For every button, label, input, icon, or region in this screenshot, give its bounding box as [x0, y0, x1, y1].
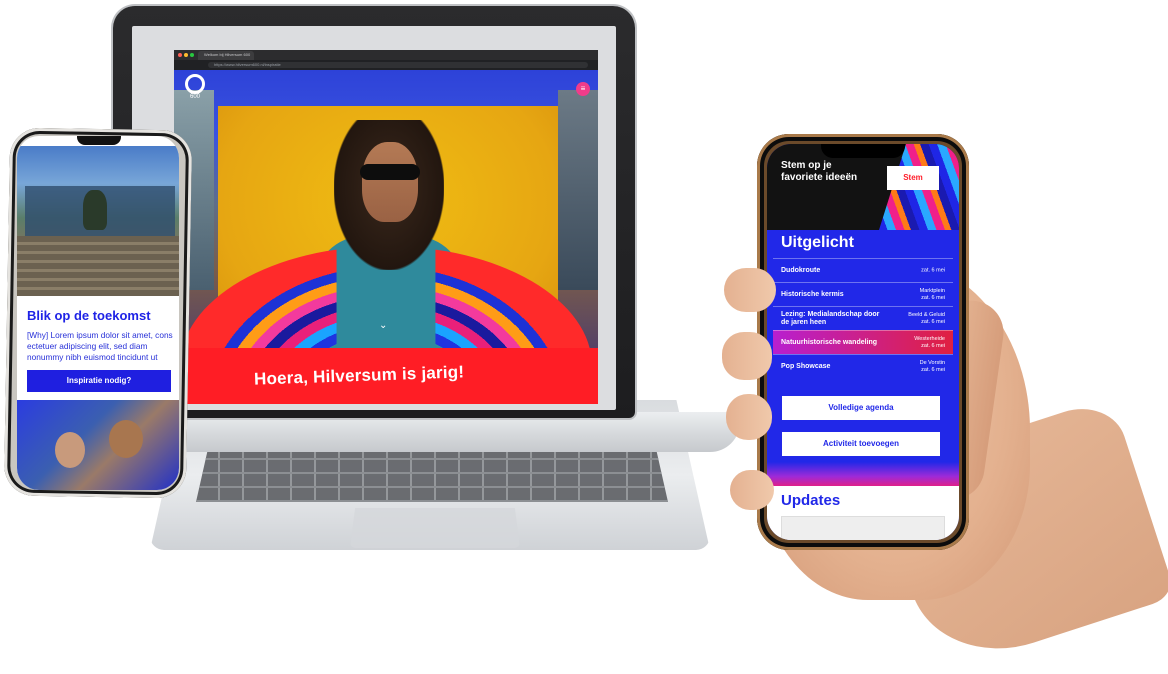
- section-heading: Blik op de toekomst: [27, 308, 151, 323]
- event-date: zat. 6 mei: [921, 318, 945, 325]
- event-meta: zat. 6 mei: [885, 267, 945, 274]
- menu-button[interactable]: ≡: [576, 82, 590, 96]
- event-location: Westerheide: [914, 335, 945, 342]
- vote-button[interactable]: Stem: [887, 166, 939, 190]
- photo-skater: [83, 190, 107, 230]
- featured-list: Dudokroute zat. 6 mei Historische kermis…: [773, 258, 953, 378]
- event-date: zat. 6 mei: [921, 267, 945, 273]
- hand-finger: [722, 332, 772, 380]
- update-card[interactable]: [781, 516, 945, 540]
- phone-right-notch: [821, 144, 905, 158]
- event-meta: De Vorstin zat. 6 mei: [885, 360, 945, 374]
- window-close-icon[interactable]: [178, 53, 182, 57]
- hero-person-sunglasses: [360, 164, 420, 180]
- browser-tab-title: Welkom bij Hilversum 600: [204, 52, 251, 57]
- phone-left-notch: [77, 136, 121, 145]
- event-date: zat. 6 mei: [921, 342, 945, 349]
- crowd-face: [109, 420, 143, 458]
- event-title: Dudokroute: [781, 266, 821, 274]
- inspiration-button[interactable]: Inspiratie nodig?: [27, 370, 171, 392]
- event-meta: Marktplein zat. 6 mei: [885, 288, 945, 302]
- event-title: Historische kermis: [781, 290, 844, 298]
- hero-person-face: [362, 142, 418, 222]
- list-item[interactable]: Historische kermis Marktplein zat. 6 mei: [773, 282, 953, 306]
- address-bar-url: https://www.hilversum600.nl/inspiratie: [214, 62, 281, 67]
- laptop-trackpad: [350, 508, 520, 548]
- logo-ring-icon: [185, 74, 205, 94]
- crowd-photo: [17, 400, 179, 490]
- list-item[interactable]: Pop Showcase De Vorstin zat. 6 mei: [773, 354, 953, 378]
- section-body: [Why] Lorem ipsum dolor sit amet, cons e…: [27, 330, 173, 362]
- list-item[interactable]: Lezing: Medialandschap door de jaren hee…: [773, 306, 953, 330]
- full-agenda-button[interactable]: Volledige agenda: [782, 396, 940, 420]
- event-location: Marktplein: [919, 287, 945, 294]
- hand-finger: [724, 268, 776, 312]
- laptop-base-hinge: [100, 412, 740, 452]
- hero-building-right: [558, 90, 598, 290]
- event-date: zat. 6 mei: [921, 366, 945, 373]
- vote-banner-text: Stem op je favoriete ideeën: [781, 160, 858, 183]
- event-location: De Vorstin: [919, 359, 945, 366]
- logo-text: 600: [189, 94, 200, 100]
- hand-finger: [730, 470, 774, 510]
- add-activity-button[interactable]: Activiteit toevoegen: [782, 432, 940, 456]
- featured-title: Uitgelicht: [781, 234, 854, 251]
- site-logo[interactable]: 600: [182, 74, 208, 106]
- phone-right-screen: Stem op je favoriete ideeën Stem Uitgeli…: [767, 144, 959, 540]
- event-title: Pop Showcase: [781, 362, 831, 370]
- updates-title: Updates: [781, 492, 841, 509]
- event-title: Lezing: Medialandschap door de jaren hee…: [781, 310, 880, 326]
- phone-left-screen: Blik op de toekomst [Why] Lorem ipsum do…: [17, 136, 179, 490]
- list-item[interactable]: Dudokroute zat. 6 mei: [773, 258, 953, 282]
- browser-window: Hoera, Hilversum is jarig! ⌄ 600 ≡ Welko…: [174, 50, 598, 404]
- photo-stairs: [17, 236, 179, 296]
- event-title: Natuurhistorische wandeling: [781, 338, 878, 346]
- scroll-down-chevron-icon[interactable]: ⌄: [379, 320, 387, 331]
- event-meta: Beeld & Geluid zat. 6 mei: [885, 312, 945, 326]
- hand-finger: [726, 394, 772, 440]
- gradient-divider: [767, 462, 959, 486]
- event-location: Beeld & Geluid: [908, 311, 945, 318]
- list-item-highlighted[interactable]: Natuurhistorische wandeling Westerheide …: [773, 330, 953, 354]
- event-meta: Westerheide zat. 6 mei: [885, 336, 945, 350]
- event-date: zat. 6 mei: [921, 294, 945, 301]
- crowd-face: [55, 432, 85, 468]
- window-maximize-icon[interactable]: [190, 53, 194, 57]
- window-minimize-icon[interactable]: [184, 53, 188, 57]
